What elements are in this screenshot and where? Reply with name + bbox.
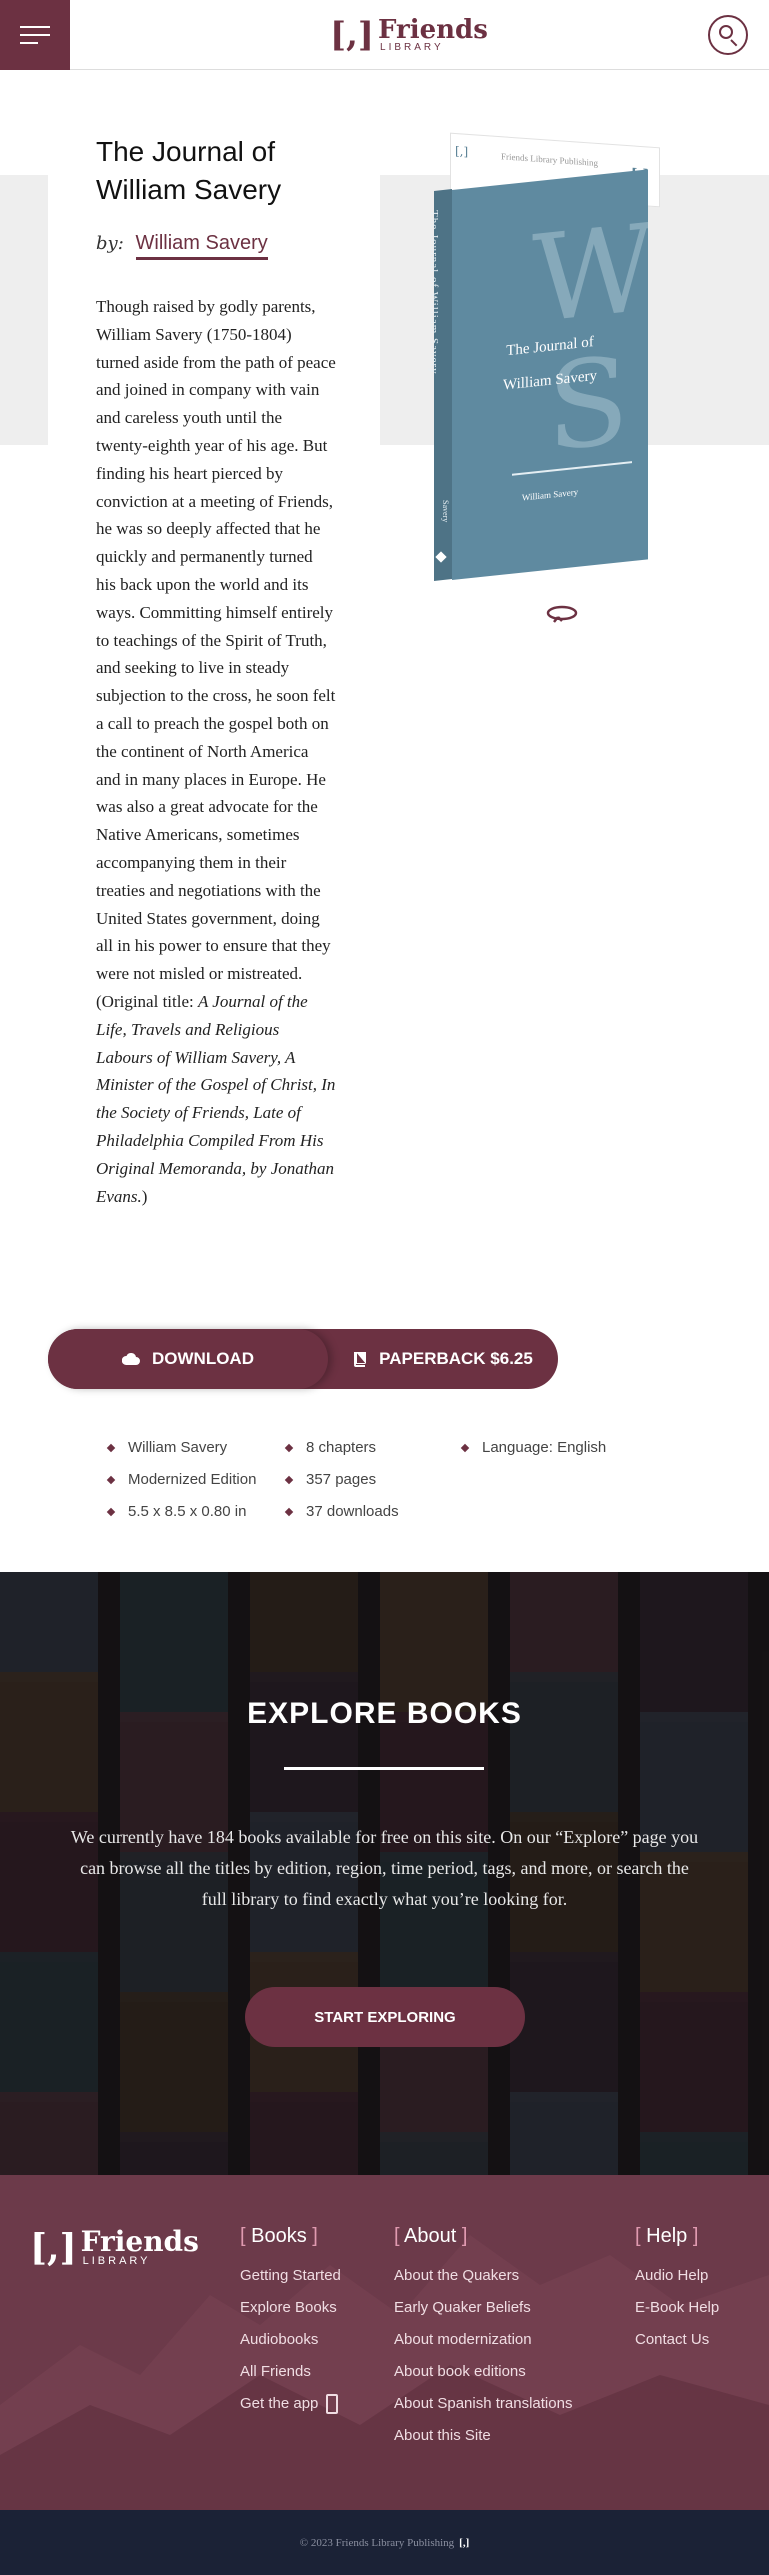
meta-column-2: 8 chapters 357 pages 37 downloads bbox=[284, 1432, 399, 1528]
author-link[interactable]: William Savery bbox=[135, 232, 268, 260]
by-label: by: bbox=[96, 233, 124, 254]
footer-link[interactable]: Explore Books bbox=[240, 2292, 341, 2324]
site-logo[interactable]: [,] Friends LIBRARY bbox=[330, 12, 488, 58]
meta-item: 8 chapters bbox=[284, 1432, 399, 1464]
phone-icon bbox=[326, 2394, 339, 2414]
logo-sub: LIBRARY bbox=[380, 42, 444, 53]
cover-front: W S The Journal of William Savery Willia… bbox=[452, 169, 648, 580]
explore-rule bbox=[284, 1767, 484, 1770]
footer-logo-word: Friends bbox=[80, 2225, 199, 2258]
explore-section: EXPLORE BOOKS We currently have 184 book… bbox=[0, 1572, 769, 2175]
footer-logo-bracket: [,] bbox=[30, 2226, 77, 2269]
meta-item: Language: English bbox=[460, 1432, 606, 1464]
meta-item: William Savery bbox=[106, 1432, 256, 1464]
meta-item: 357 pages bbox=[284, 1464, 399, 1496]
footer-link[interactable]: Early Quaker Beliefs bbox=[394, 2292, 572, 2324]
action-buttons: DOWNLOAD PAPERBACK $6.25 bbox=[48, 1329, 558, 1389]
footer-link[interactable]: About modernization bbox=[394, 2324, 572, 2356]
copyright-bar: © 2023 Friends Library Publishing [,] bbox=[0, 2510, 769, 2575]
description-end: ) bbox=[141, 1186, 148, 1206]
copyright-text: © 2023 Friends Library Publishing bbox=[299, 2536, 455, 2549]
description-text: Though raised by godly parents, William … bbox=[96, 297, 336, 1011]
footer-help-column: [ Help ] Audio Help E-Book Help Contact … bbox=[635, 2225, 719, 2356]
footer-link[interactable]: Audiobooks bbox=[240, 2324, 341, 2356]
rotate-book-icon[interactable] bbox=[545, 603, 579, 625]
cloud-icon bbox=[122, 1352, 140, 1365]
footer-link[interactable]: E-Book Help bbox=[635, 2292, 719, 2324]
footer-link[interactable]: About the Quakers bbox=[394, 2260, 572, 2292]
explore-text: We currently have 184 books available fo… bbox=[70, 1827, 699, 1909]
cover-author: William Savery bbox=[521, 486, 579, 503]
explore-heading: EXPLORE BOOKS bbox=[247, 1697, 522, 1730]
meta-item: 37 downloads bbox=[284, 1496, 399, 1528]
top-bar: [,] Friends LIBRARY bbox=[0, 0, 769, 70]
spine-author: Savery bbox=[441, 500, 450, 523]
spine-title: The Journal of William Savery bbox=[428, 210, 440, 375]
logo-word: Friends bbox=[378, 15, 488, 45]
book-cover-3d: [,] Friends Library Publishing [,] W S T… bbox=[430, 132, 680, 581]
paperback-label: PAPERBACK $6.25 bbox=[379, 1349, 533, 1368]
download-button[interactable]: DOWNLOAD bbox=[48, 1329, 328, 1389]
hero-band-left bbox=[0, 175, 48, 445]
paperback-button[interactable]: PAPERBACK $6.25 bbox=[328, 1329, 558, 1389]
footer-help-heading: [ Help ] bbox=[635, 2225, 699, 2247]
footer-link[interactable]: Getting Started bbox=[240, 2260, 341, 2292]
footer-books-heading: [ Books ] bbox=[240, 2225, 318, 2247]
book-description: Though raised by godly parents, William … bbox=[96, 293, 336, 1210]
original-title: A Journal of the Life, Travels and Relig… bbox=[96, 991, 336, 1206]
footer-books-column: [ Books ] Getting Started Explore Books … bbox=[240, 2225, 341, 2420]
footer-link[interactable]: About book editions bbox=[394, 2356, 572, 2388]
book-title: The Journal of William Savery bbox=[96, 136, 282, 205]
footer-logo[interactable]: [,] Friends LIBRARY bbox=[30, 2228, 199, 2267]
book-icon bbox=[354, 1352, 367, 1367]
footer-link[interactable]: About Spanish translations bbox=[394, 2388, 572, 2420]
menu-icon[interactable] bbox=[0, 0, 70, 70]
footer-link[interactable]: All Friends bbox=[240, 2356, 341, 2388]
meta-column-3: Language: English bbox=[460, 1432, 606, 1464]
cover-back-logo: [,] bbox=[455, 144, 469, 159]
search-icon[interactable] bbox=[708, 15, 748, 55]
footer-about-heading: [ About ] bbox=[394, 2225, 468, 2247]
start-exploring-button[interactable]: START EXPLORING bbox=[245, 1987, 525, 2047]
footer-about-column: [ About ] About the Quakers Early Quaker… bbox=[394, 2225, 572, 2452]
footer-logo-sub: LIBRARY bbox=[82, 2255, 151, 2267]
byline: by: William Savery bbox=[96, 232, 268, 260]
footer-link-get-app[interactable]: Get the app bbox=[240, 2388, 341, 2420]
meta-item: 5.5 x 8.5 x 0.80 in bbox=[106, 1496, 256, 1528]
footer-link[interactable]: Contact Us bbox=[635, 2324, 719, 2356]
footer-link[interactable]: About this Site bbox=[394, 2420, 572, 2452]
meta-column-1: William Savery Modernized Edition 5.5 x … bbox=[106, 1432, 256, 1528]
meta-item: Modernized Edition bbox=[106, 1464, 256, 1496]
logo-bracket: [,] bbox=[330, 15, 375, 55]
cover-publisher: Friends Library Publishing bbox=[501, 151, 598, 169]
copyright-logo-mark: [,] bbox=[459, 2536, 470, 2549]
footer: [,] Friends LIBRARY [ Books ] Getting St… bbox=[0, 2175, 769, 2510]
footer-link[interactable]: Audio Help bbox=[635, 2260, 719, 2292]
download-label: DOWNLOAD bbox=[152, 1349, 254, 1368]
